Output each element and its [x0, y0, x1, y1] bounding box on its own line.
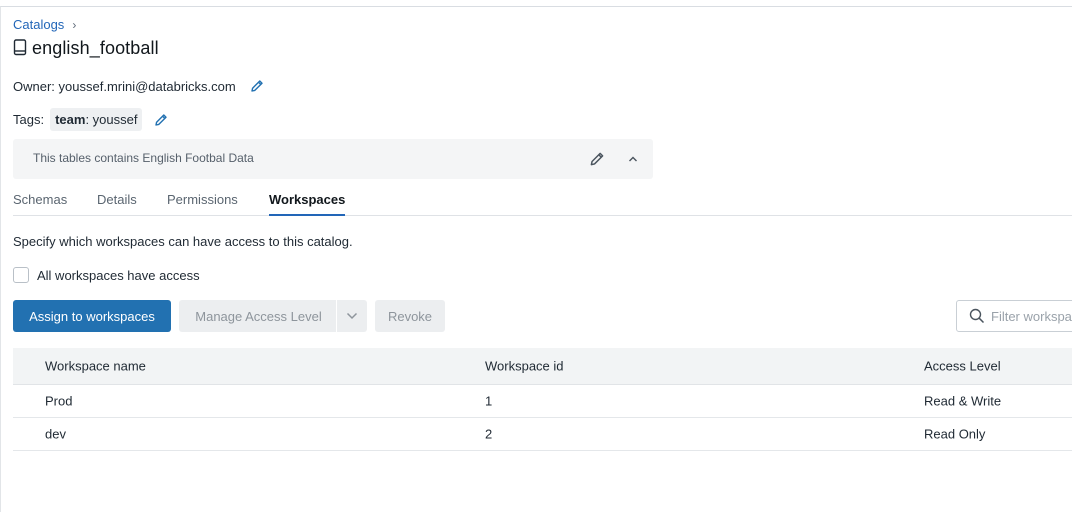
table-header: Workspace name Workspace id Access Level: [13, 348, 1072, 385]
column-header-workspace-id[interactable]: Workspace id: [485, 359, 564, 374]
owner-label: Owner:: [13, 78, 55, 94]
chevron-right-icon: ›: [72, 17, 77, 32]
description-box: This tables contains English Footbal Dat…: [13, 139, 653, 179]
access-level-cell: Read & Write: [924, 393, 1002, 409]
workspaces-intro: Specify which workspaces can have access…: [13, 234, 353, 249]
owner-row: Owner: youssef.mrini@databricks.com: [13, 77, 266, 95]
catalog-header: english_football: [13, 38, 159, 59]
tags-label: Tags:: [13, 112, 45, 127]
column-header-access-level[interactable]: Access Level: [924, 359, 1001, 374]
book-icon: [13, 38, 27, 59]
table-row[interactable]: dev 2 Read Only: [13, 418, 1072, 451]
revoke-button[interactable]: Revoke: [375, 300, 445, 332]
tag-chip: team: youssef: [50, 108, 143, 131]
edit-tags-button[interactable]: [152, 111, 170, 129]
all-workspaces-label: All workspaces have access: [37, 267, 200, 283]
breadcrumb: Catalogs ›: [13, 17, 76, 32]
tag-value: youssef: [92, 112, 138, 127]
tab-permissions[interactable]: Permissions: [167, 192, 238, 214]
edit-description-button[interactable]: [588, 150, 606, 168]
chevron-up-icon: [629, 156, 637, 162]
search-icon: [969, 308, 985, 324]
pencil-icon: [590, 152, 604, 166]
owner-text: Owner: youssef.mrini@databricks.com: [13, 79, 236, 94]
tag-key: team: [55, 112, 86, 127]
access-level-cell: Read Only: [924, 426, 986, 442]
workspaces-table: Workspace name Workspace id Access Level…: [13, 348, 1072, 451]
manage-access-level-split-button: Manage Access Level: [179, 300, 367, 332]
description-text: This tables contains English Footbal Dat…: [33, 151, 254, 165]
filter-workspaces-input[interactable]: [991, 308, 1072, 324]
edit-owner-button[interactable]: [248, 77, 266, 95]
tags-row: Tags: team: youssef: [13, 108, 170, 131]
manage-access-level-dropdown[interactable]: [337, 312, 367, 320]
tab-workspaces[interactable]: Workspaces: [269, 192, 346, 216]
manage-access-level-button[interactable]: Manage Access Level: [179, 309, 336, 324]
tag-colon: :: [85, 112, 93, 127]
owner-value: youssef.mrini@databricks.com: [58, 78, 236, 94]
chevron-down-icon: [346, 312, 358, 320]
workspace-id-cell: 2: [485, 426, 493, 442]
workspace-name-cell: Prod: [45, 393, 73, 409]
column-header-workspace-name[interactable]: Workspace name: [45, 359, 146, 374]
table-row[interactable]: Prod 1 Read & Write: [13, 385, 1072, 418]
all-workspaces-option: All workspaces have access: [13, 267, 200, 283]
page-title: english_football: [32, 38, 159, 58]
tab-schemas[interactable]: Schemas: [13, 192, 67, 214]
pencil-icon: [155, 113, 168, 126]
pencil-icon: [251, 80, 263, 92]
collapse-description-button[interactable]: [625, 150, 641, 168]
workspace-id-cell: 1: [485, 393, 493, 409]
filter-workspaces-field[interactable]: [956, 300, 1072, 332]
workspace-name-cell: dev: [45, 426, 66, 442]
tab-bar: Schemas Details Permissions Workspaces: [13, 190, 1072, 216]
assign-to-workspaces-button[interactable]: Assign to workspaces: [13, 300, 171, 332]
all-workspaces-checkbox[interactable]: [13, 267, 29, 283]
breadcrumb-catalogs-link[interactable]: Catalogs: [13, 17, 64, 32]
tab-details[interactable]: Details: [97, 192, 137, 214]
